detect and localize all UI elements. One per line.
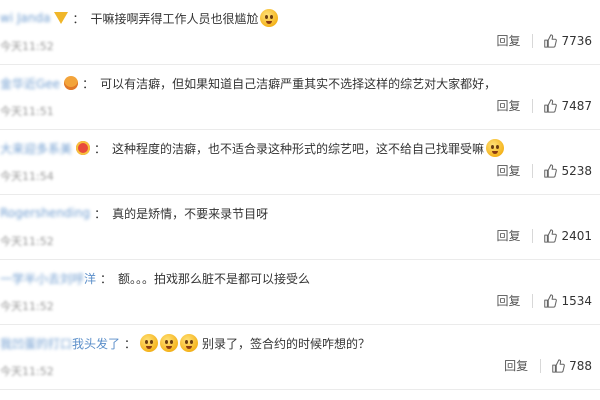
comment-timestamp: 今天11:52: [0, 365, 54, 378]
like-button[interactable]: 7487: [543, 99, 592, 113]
like-count: 788: [569, 359, 592, 373]
reply-button[interactable]: 回复: [496, 229, 534, 243]
comment-username-tail[interactable]: 我头发了: [72, 335, 120, 352]
comment-timestamp: 今天11:52: [0, 40, 54, 53]
comment-timestamp: 今天11:52: [0, 235, 54, 248]
thumbs-up-icon: [544, 164, 558, 178]
comment-text: 别录了，签合约的时候咋想的？: [202, 336, 371, 351]
comment-item: 金华近Gee ： 可以有洁癖，但如果知道自己洁癖严重其实不选择这样的综艺对大家都…: [0, 65, 600, 130]
comment-actions: 回复 1534: [496, 294, 592, 308]
reply-button[interactable]: 回复: [496, 164, 534, 178]
comment-colon: ：: [124, 336, 137, 351]
comment-text: 干嘛接啊弄得工作人员也很尴尬: [90, 11, 259, 26]
comment-item: wi Janda ： 干嘛接啊弄得工作人员也很尴尬 今天11:52 回复 773…: [0, 0, 600, 65]
comment-text: 真的是矫情，不要来录节目呀: [112, 206, 269, 221]
comment-username[interactable]: 金华近Gee: [0, 75, 60, 92]
crown-badge-icon: [76, 141, 91, 155]
comment-item: Rogershending ： 真的是矫情，不要来录节目呀 今天11:52 回复…: [0, 195, 600, 260]
thumbs-up-icon: [544, 229, 558, 243]
comment-text: 可以有洁癖，但如果知道自己洁癖严重其实不选择这样的综艺对大家都好，: [100, 76, 497, 91]
comment-actions: 回复 2401: [496, 229, 592, 243]
comment-actions: 回复 7736: [496, 34, 592, 48]
like-button[interactable]: 788: [551, 359, 592, 373]
like-button[interactable]: 2401: [543, 229, 592, 243]
comment-item: 大来迎多系美 ： 这种程度的洁癖，也不适合录这种形式的综艺吧，这不给自己找罪受嘛…: [0, 130, 600, 195]
like-button[interactable]: 7736: [543, 34, 592, 48]
laughing-tears-emoji-icon: [486, 139, 505, 157]
comment-colon: ：: [72, 11, 85, 26]
comment-actions: 回复 5238: [496, 164, 592, 178]
comment-item: 我凹蛋的打口 我头发了 ： 别录了，签合约的时候咋想的？ 今天11:52 回复 …: [0, 325, 600, 390]
reply-button[interactable]: 回复: [496, 294, 534, 308]
comment-colon: ：: [94, 141, 107, 156]
comment-actions: 回复 7487: [496, 99, 592, 113]
reply-button[interactable]: 回复: [496, 34, 534, 48]
comment-timestamp: 今天11:51: [0, 105, 54, 118]
thumbs-up-icon: [552, 359, 565, 373]
comment-text: 额。。。拍戏那么脏不是都可以接受么: [118, 271, 311, 286]
like-count: 7487: [561, 99, 592, 113]
comment-body: 金华近Gee ： 可以有洁癖，但如果知道自己洁癖严重其实不选择这样的综艺对大家都…: [0, 72, 600, 94]
comment-username[interactable]: 我凹蛋的打口: [0, 335, 72, 352]
like-button[interactable]: 1534: [543, 294, 592, 308]
comment-username[interactable]: Rogershending: [0, 206, 90, 220]
comment-body: 我凹蛋的打口 我头发了 ： 别录了，签合约的时候咋想的？: [0, 332, 600, 354]
comment-item: 一学半小去刘呼 洋 ： 额。。。拍戏那么脏不是都可以接受么 今天11:52 回复…: [0, 260, 600, 325]
comment-username[interactable]: 一学半小去刘呼: [0, 270, 84, 287]
comment-text: 这种程度的洁癖，也不适合录这种形式的综艺吧，这不给自己找罪受嘛: [112, 141, 485, 156]
comment-body: 一学半小去刘呼 洋 ： 额。。。拍戏那么脏不是都可以接受么: [0, 267, 600, 289]
thinking-emoji-icon: [160, 334, 179, 352]
comment-list: wi Janda ： 干嘛接啊弄得工作人员也很尴尬 今天11:52 回复 773…: [0, 0, 600, 400]
like-count: 5238: [561, 164, 592, 178]
thumbs-up-icon: [544, 34, 558, 48]
comment-username[interactable]: 大来迎多系美: [0, 140, 72, 157]
comment-username[interactable]: wi Janda: [0, 11, 50, 25]
like-button[interactable]: 5238: [543, 164, 592, 178]
reply-button[interactable]: 回复: [504, 359, 542, 373]
thinking-emoji-icon: [140, 334, 159, 352]
comment-colon: ：: [82, 76, 95, 91]
member-badge-icon: [64, 76, 79, 90]
like-count: 1534: [561, 294, 592, 308]
comment-timestamp: 今天11:52: [0, 300, 54, 313]
comment-colon: ：: [100, 271, 113, 286]
comment-actions: 回复 788: [504, 359, 592, 373]
comment-username-tail[interactable]: 洋: [84, 270, 96, 287]
gold-v-badge-icon: [54, 12, 69, 24]
like-count: 2401: [561, 229, 592, 243]
comment-body: wi Janda ： 干嘛接啊弄得工作人员也很尴尬: [0, 7, 600, 29]
thinking-emoji-icon: [180, 334, 199, 352]
like-count: 7736: [561, 34, 592, 48]
reply-button[interactable]: 回复: [496, 99, 534, 113]
comment-body: Rogershending ： 真的是矫情，不要来录节目呀: [0, 202, 600, 224]
dizzy-face-emoji-icon: [260, 9, 279, 27]
thumbs-up-icon: [544, 99, 558, 113]
comment-timestamp: 今天11:54: [0, 170, 54, 183]
thumbs-up-icon: [544, 294, 558, 308]
comment-body: 大来迎多系美 ： 这种程度的洁癖，也不适合录这种形式的综艺吧，这不给自己找罪受嘛: [0, 137, 600, 159]
comment-colon: ：: [94, 206, 107, 221]
